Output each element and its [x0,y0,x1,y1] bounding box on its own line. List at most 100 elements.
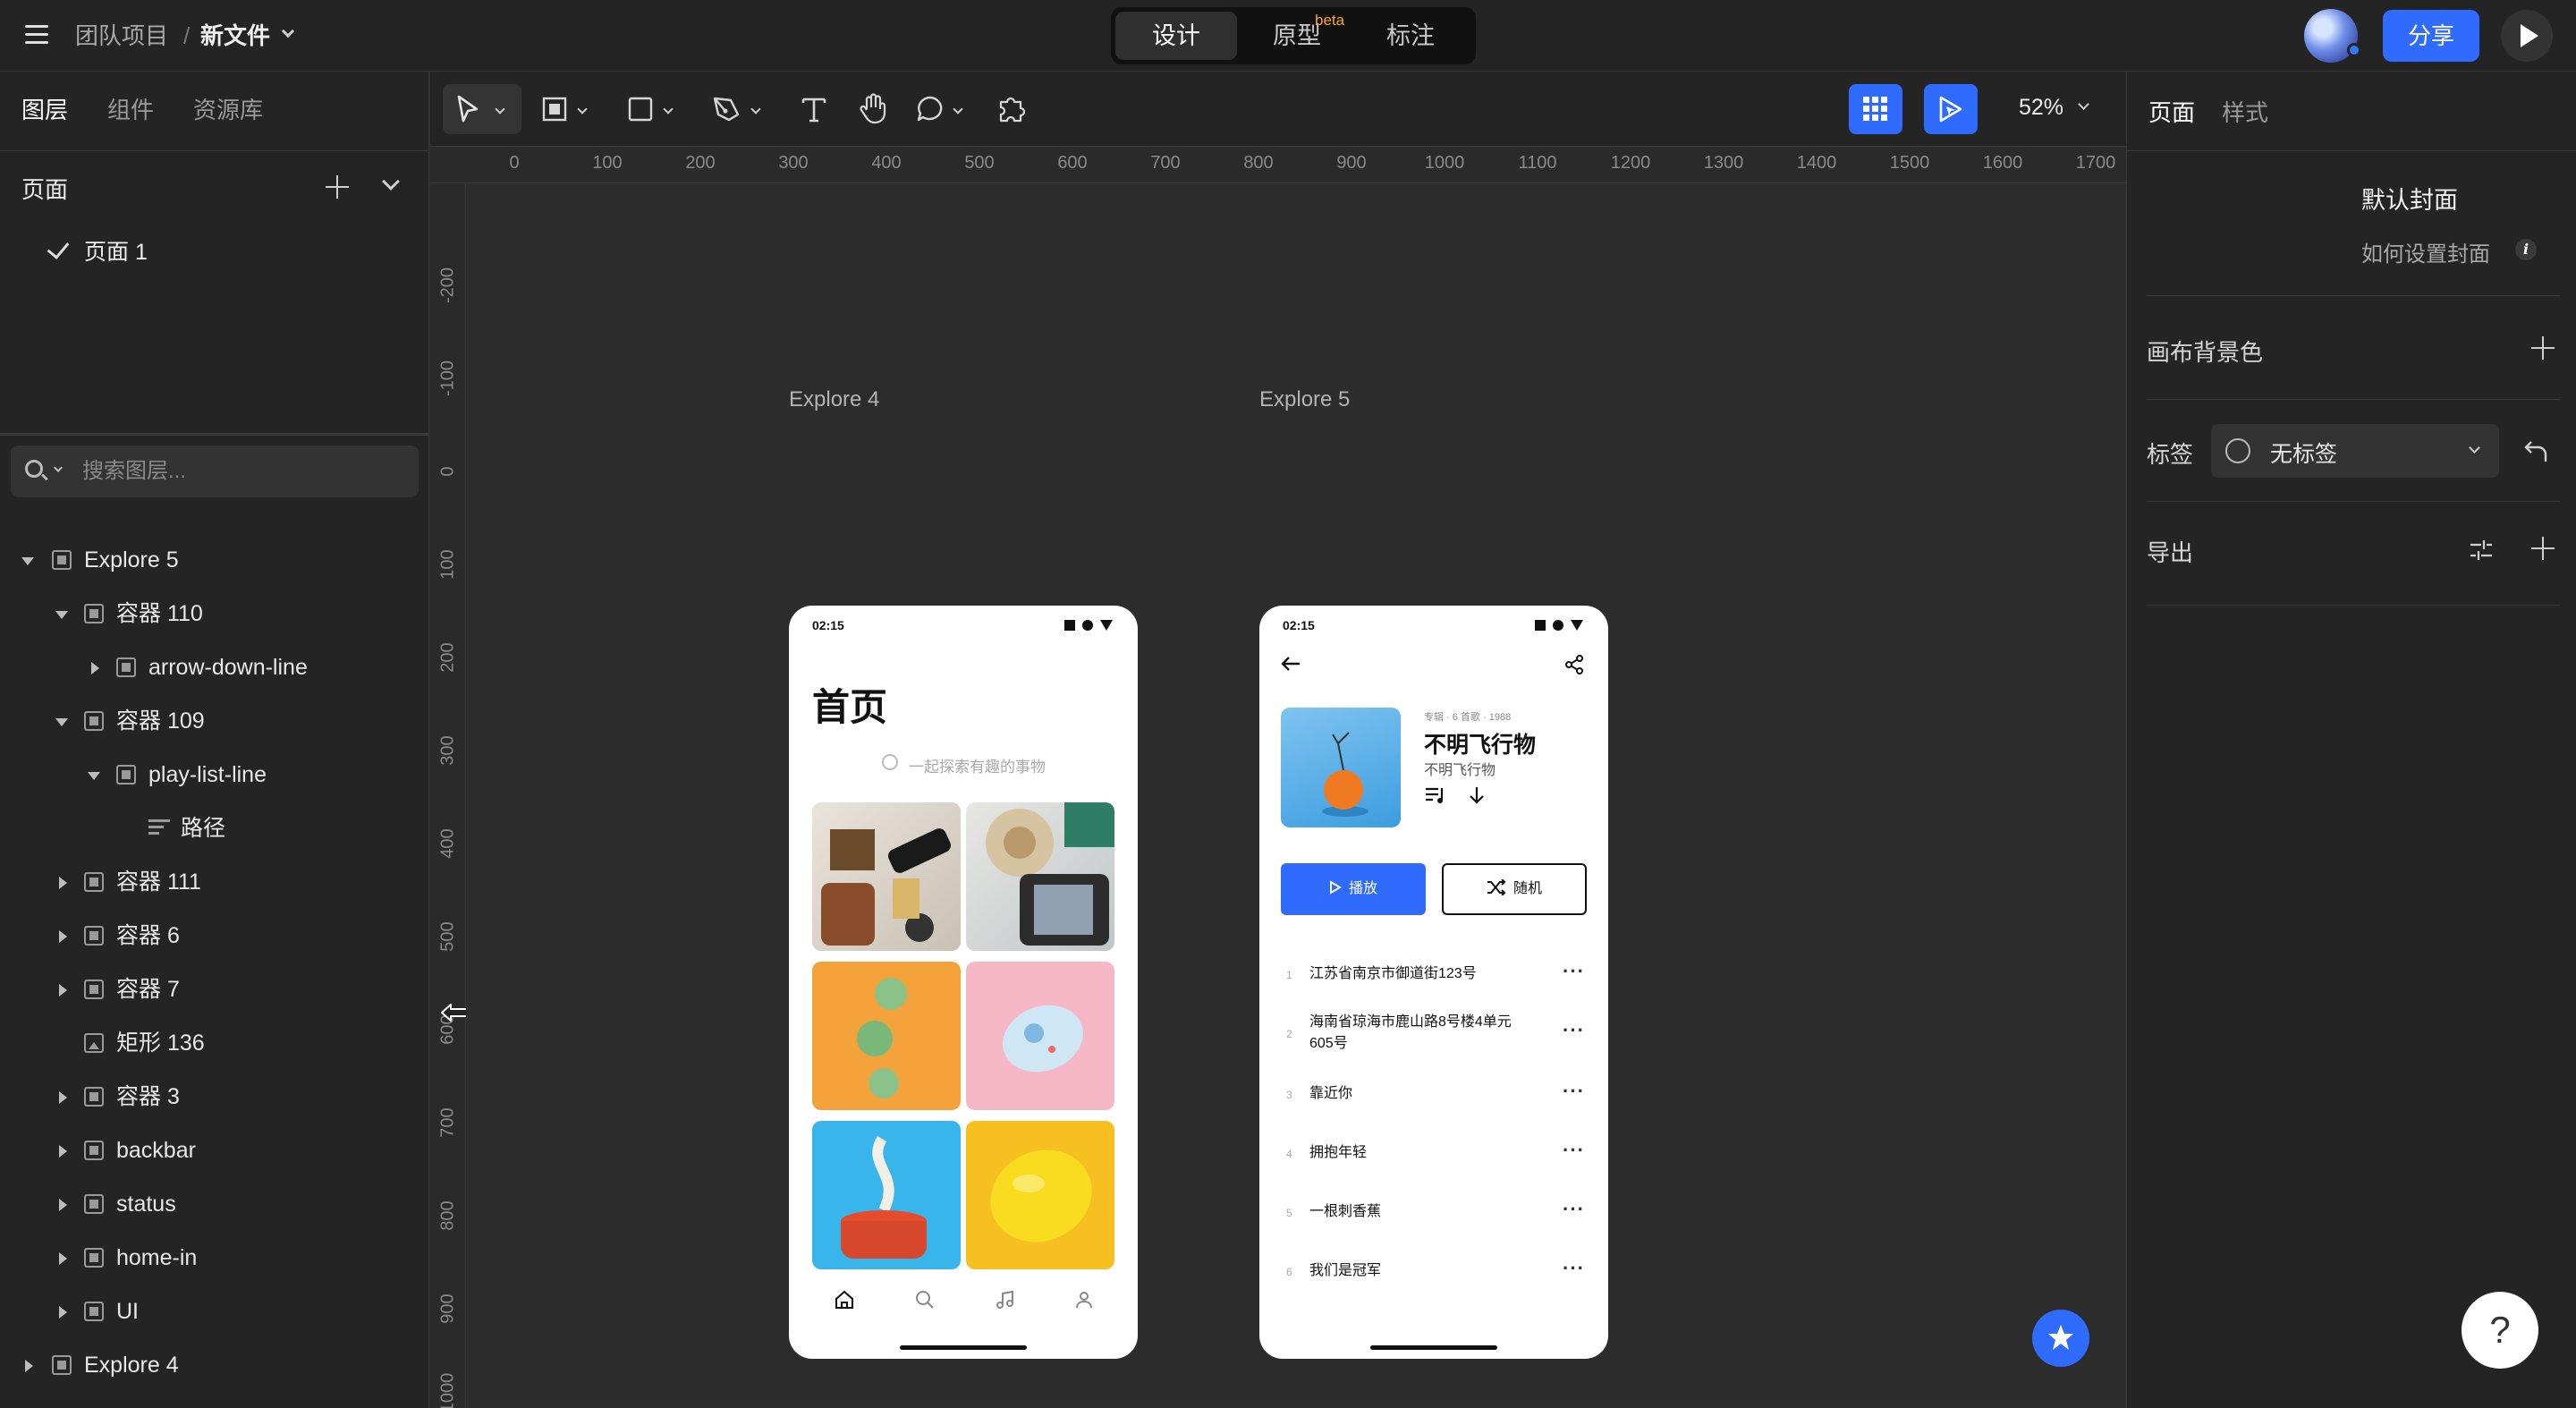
select-tool[interactable] [443,84,521,134]
search-placeholder[interactable]: 一起探索有趣的事物 [909,754,1046,776]
tab-design[interactable]: 设计 [1115,12,1237,60]
photo-tile[interactable] [966,802,1114,951]
collapse-pages-chevron-icon[interactable] [382,173,400,191]
present-play-button[interactable] [2501,10,2553,62]
favorite-fab-button[interactable] [2032,1310,2089,1367]
help-button[interactable]: ? [2462,1292,2538,1369]
expand-triangle-icon[interactable] [88,772,100,780]
collapse-triangle-icon[interactable] [59,1252,67,1265]
chevron-down-icon[interactable] [281,24,295,38]
hamburger-menu-icon[interactable] [25,25,48,45]
photo-tile[interactable] [812,802,961,951]
collapse-triangle-icon[interactable] [59,1199,67,1211]
search-filter-chevron-icon[interactable] [54,463,63,472]
layer-row[interactable]: Explore 5 [0,535,420,585]
adjust-settings-icon[interactable] [2469,539,2494,562]
prototype-preview-button[interactable] [1924,84,1978,134]
more-dots-icon[interactable]: ··· [1563,1021,1585,1040]
collapse-triangle-icon[interactable] [59,1306,67,1319]
layer-row[interactable]: backbar [0,1125,420,1175]
more-dots-icon[interactable]: ··· [1563,1259,1585,1278]
expand-triangle-icon[interactable] [55,611,68,619]
add-page-plus-icon[interactable] [326,175,349,199]
page-item-1[interactable]: 页面 1 [84,234,148,267]
layer-row[interactable]: 容器 111 [0,857,420,907]
hand-tool[interactable] [851,84,895,134]
text-tool[interactable] [792,84,836,134]
collapse-triangle-icon[interactable] [25,1360,33,1372]
layer-row[interactable]: arrow-down-line [0,642,420,692]
layer-row[interactable]: 容器 109 [0,696,420,746]
cover-help-link[interactable]: 如何设置封面 [2361,236,2490,267]
add-bg-plus-icon[interactable] [2531,336,2555,360]
share-icon[interactable] [1563,654,1585,675]
layer-row[interactable]: UI [0,1286,420,1336]
design-canvas[interactable]: Explore 4 02:15 首页 一起探索有趣的事物 Explore 5 0… [466,183,2126,1408]
chevron-down-icon[interactable] [953,104,963,115]
home-icon[interactable] [834,1289,855,1310]
chevron-down-icon[interactable] [495,104,505,115]
user-icon[interactable] [1073,1289,1095,1310]
layer-row[interactable]: 容器 3 [0,1072,420,1122]
track-row[interactable]: 4 拥抱年轻 ··· [1281,1141,1589,1178]
chevron-down-icon[interactable] [663,104,674,115]
tab-style[interactable]: 样式 [2222,95,2268,128]
layer-row[interactable]: 矩形 136 [0,1018,420,1068]
frame-explore-5[interactable]: 02:15 专辑 · 6 首歌 · 1988 不明飞行物 不明飞行物 播放 随机 [1259,606,1608,1359]
zoom-level[interactable]: 52% [2019,95,2063,121]
chevron-down-icon[interactable] [577,104,588,115]
chevron-down-icon[interactable] [2078,98,2089,110]
undo-icon[interactable] [2522,438,2549,463]
shuffle-button[interactable]: 随机 [1442,863,1587,915]
download-arrow-icon[interactable] [1465,785,1488,806]
layer-row[interactable]: 容器 6 [0,911,420,961]
comment-tool[interactable] [910,84,972,134]
photo-tile[interactable] [812,962,961,1110]
search-icon[interactable] [914,1289,936,1310]
tab-assets[interactable]: 资源库 [193,95,263,125]
info-icon[interactable]: i [2515,239,2537,260]
collapse-triangle-icon[interactable] [91,662,99,674]
panel-resize-divider[interactable] [0,433,429,436]
track-row[interactable]: 1 江苏省南京市御道街123号 ··· [1281,962,1589,999]
layer-row[interactable]: 容器 110 [0,589,420,639]
layer-search-input[interactable] [82,445,404,497]
frame-tool[interactable] [538,84,600,134]
layer-search-box[interactable] [11,445,419,497]
album-cover[interactable] [1281,708,1401,827]
collapse-triangle-icon[interactable] [59,1145,67,1158]
photo-tile[interactable] [812,1121,961,1269]
grid-view-button[interactable] [1849,84,1902,134]
layer-row[interactable]: 容器 7 [0,964,420,1014]
photo-tile[interactable] [966,962,1114,1110]
collapse-triangle-icon[interactable] [59,877,67,889]
frame-label-explore-5[interactable]: Explore 5 [1259,387,1350,412]
track-row[interactable]: 2 海南省琼海市鹿山路8号楼4单元605号 ··· [1281,1012,1589,1065]
breadcrumb-file-name[interactable]: 新文件 [200,20,270,52]
collapse-triangle-icon[interactable] [59,930,67,943]
collapse-triangle-icon[interactable] [59,1091,67,1104]
photo-tile[interactable] [966,1121,1114,1269]
track-row[interactable]: 3 靠近你 ··· [1281,1081,1589,1119]
tab-components[interactable]: 组件 [107,95,154,125]
layer-row[interactable]: status [0,1179,420,1229]
more-dots-icon[interactable]: ··· [1563,1141,1585,1160]
plugin-tool[interactable] [990,84,1035,134]
breadcrumb-team[interactable]: 团队项目 [75,20,168,52]
chevron-down-icon[interactable] [750,104,761,115]
tab-annotate[interactable]: 标注 [1354,12,1467,60]
layer-row[interactable]: 路径 [0,803,420,853]
track-row[interactable]: 6 我们是冠军 ··· [1281,1259,1589,1296]
playlist-icon[interactable] [1424,785,1447,806]
frame-explore-4[interactable]: 02:15 首页 一起探索有趣的事物 [789,606,1138,1359]
tab-layers[interactable]: 图层 [21,95,68,125]
tab-page[interactable]: 页面 [2148,95,2195,128]
layer-row[interactable]: home-in [0,1233,420,1283]
back-arrow-icon[interactable] [1281,656,1301,672]
more-dots-icon[interactable]: ··· [1563,1200,1585,1219]
track-row[interactable]: 5 一根刺香蕉 ··· [1281,1200,1589,1237]
more-dots-icon[interactable]: ··· [1563,1081,1585,1101]
expand-triangle-icon[interactable] [21,557,34,565]
more-dots-icon[interactable]: ··· [1563,962,1585,981]
frame-label-explore-4[interactable]: Explore 4 [789,387,879,412]
